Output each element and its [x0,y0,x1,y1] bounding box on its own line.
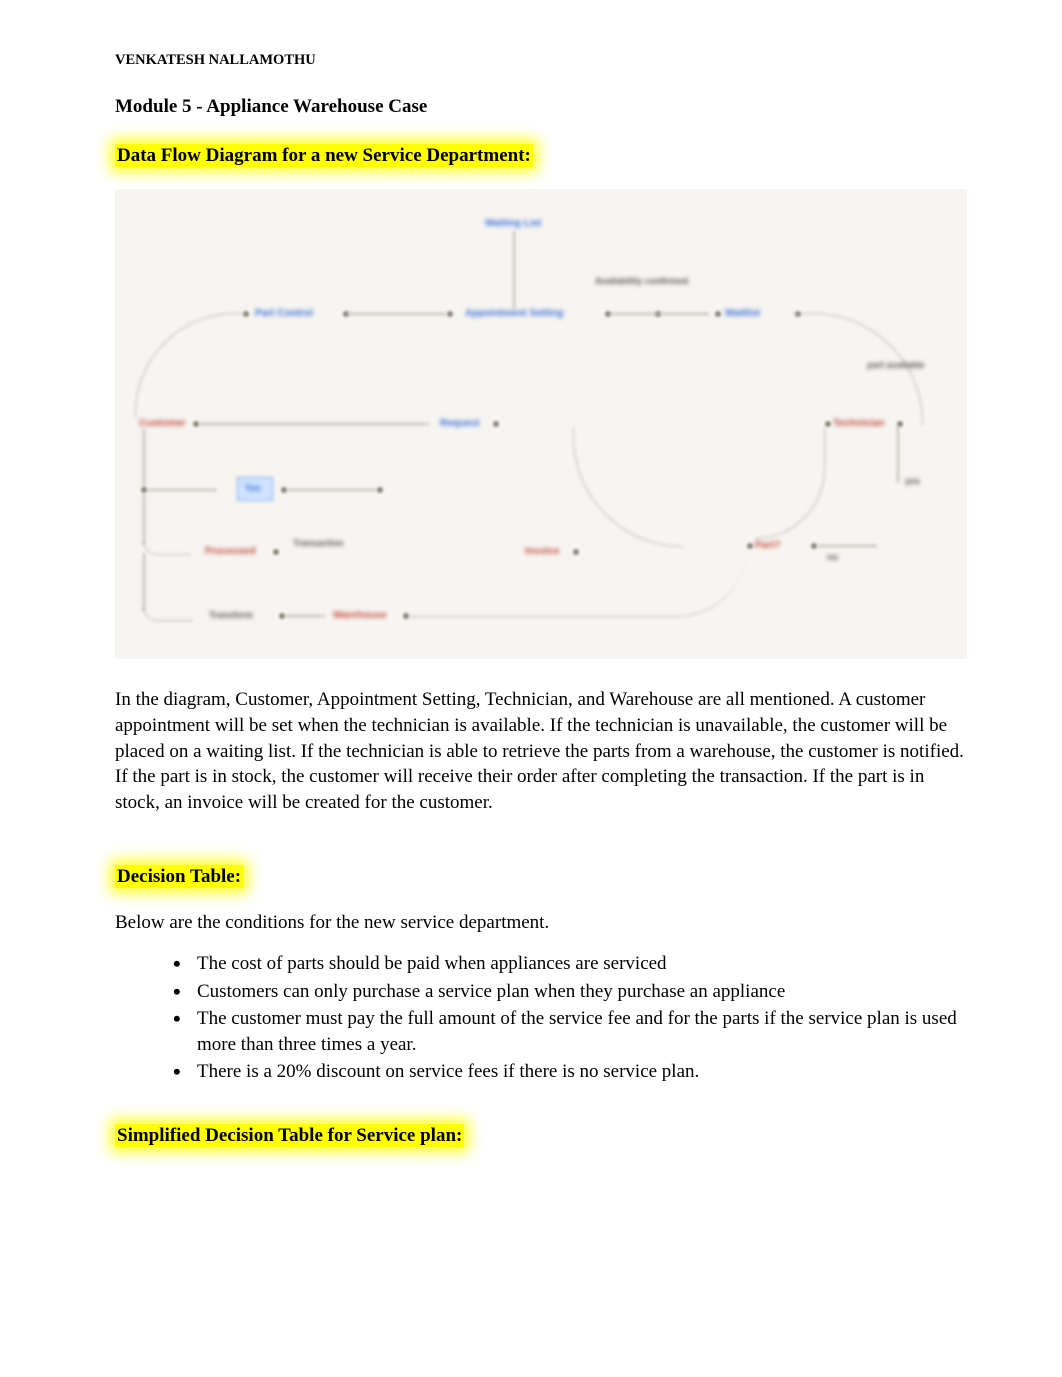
diagram-label: Warehouse [333,609,387,623]
diagram-label: Part Control [255,307,313,321]
list-item: There is a 20% discount on service fees … [173,1059,967,1085]
author-name: VENKATESH NALLAMOTHU [115,50,967,70]
diagram-label: Yes [245,482,261,495]
diagram-label: Appointment Setting [465,307,563,321]
page-title: Module 5 - Appliance Warehouse Case [115,94,967,121]
diagram-label: Availability confirmed [595,275,688,288]
diagram-label: Transform [209,609,253,622]
diagram-label: Request [440,417,479,431]
diagram-label: no [827,551,838,564]
diagram-label: Part? [755,539,781,553]
section-heading-decision-table: Decision Table: [115,865,243,888]
list-item: The cost of parts should be paid when ap… [173,951,967,977]
explanation-paragraph: In the diagram, Customer, Appointment Se… [115,687,967,815]
diagram-label: Customer [139,417,186,431]
diagram-label: yes [905,475,920,488]
diagram-label: Processed [205,545,256,559]
diagram-label: part available [867,359,925,372]
diagram-label: Waitlist [725,307,760,321]
conditions-intro: Below are the conditions for the new ser… [115,910,967,937]
data-flow-diagram: Waiting List Part Control Appointment Se… [115,189,967,659]
section-heading-dfd: Data Flow Diagram for a new Service Depa… [115,144,533,167]
diagram-label: Transaction [293,537,344,550]
diagram-label: Waiting List [485,217,541,231]
conditions-list: The cost of parts should be paid when ap… [173,951,967,1085]
diagram-label: Technician [833,417,885,431]
list-item: Customers can only purchase a service pl… [173,979,967,1005]
list-item: The customer must pay the full amount of… [173,1006,967,1057]
section-heading-simplified-table: Simplified Decision Table for Service pl… [115,1124,464,1147]
